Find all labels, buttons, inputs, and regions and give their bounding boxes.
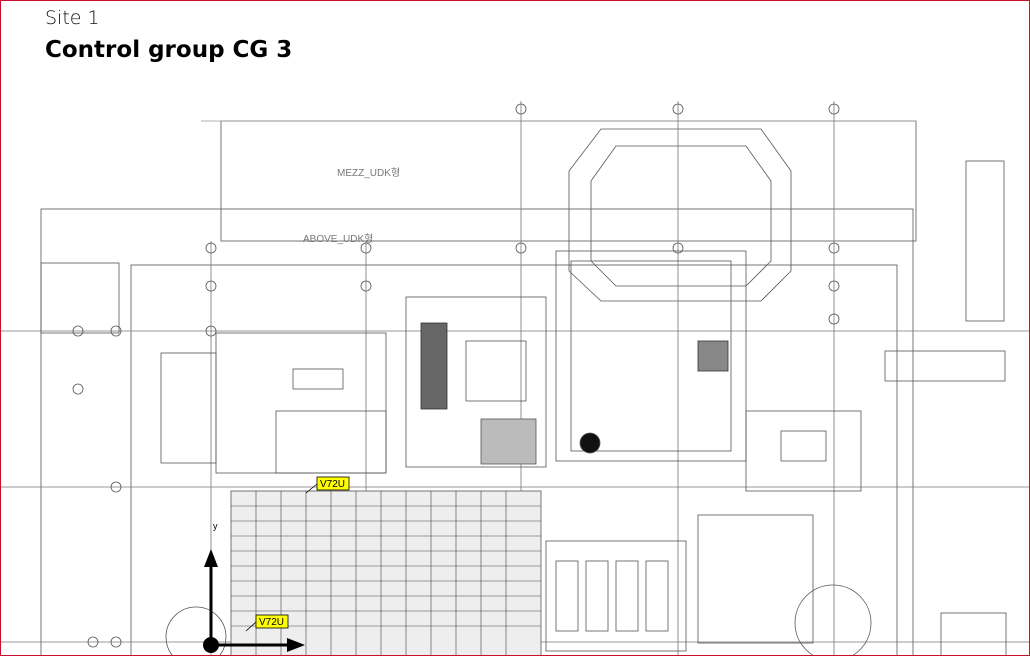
origin-icon [203, 637, 219, 653]
axis-y-label: y [213, 521, 218, 531]
room-label-mezz: MEZZ_UDK형 [337, 167, 400, 179]
marker-1-label: V72U [320, 479, 345, 490]
room-label-above: ABOVE_UDK형 [303, 233, 373, 245]
arrow-up-icon [204, 549, 218, 567]
floor-plan-drawing[interactable]: MEZZ_UDK형 ABOVE_UDK형 y V72U V72U [1, 1, 1030, 656]
viewer-frame: Site 1 Control group CG 3 MEZZ_UDK형 ABOV… [0, 0, 1030, 656]
plan-linework [1, 101, 1029, 655]
marker-2-label: V72U [259, 617, 284, 628]
